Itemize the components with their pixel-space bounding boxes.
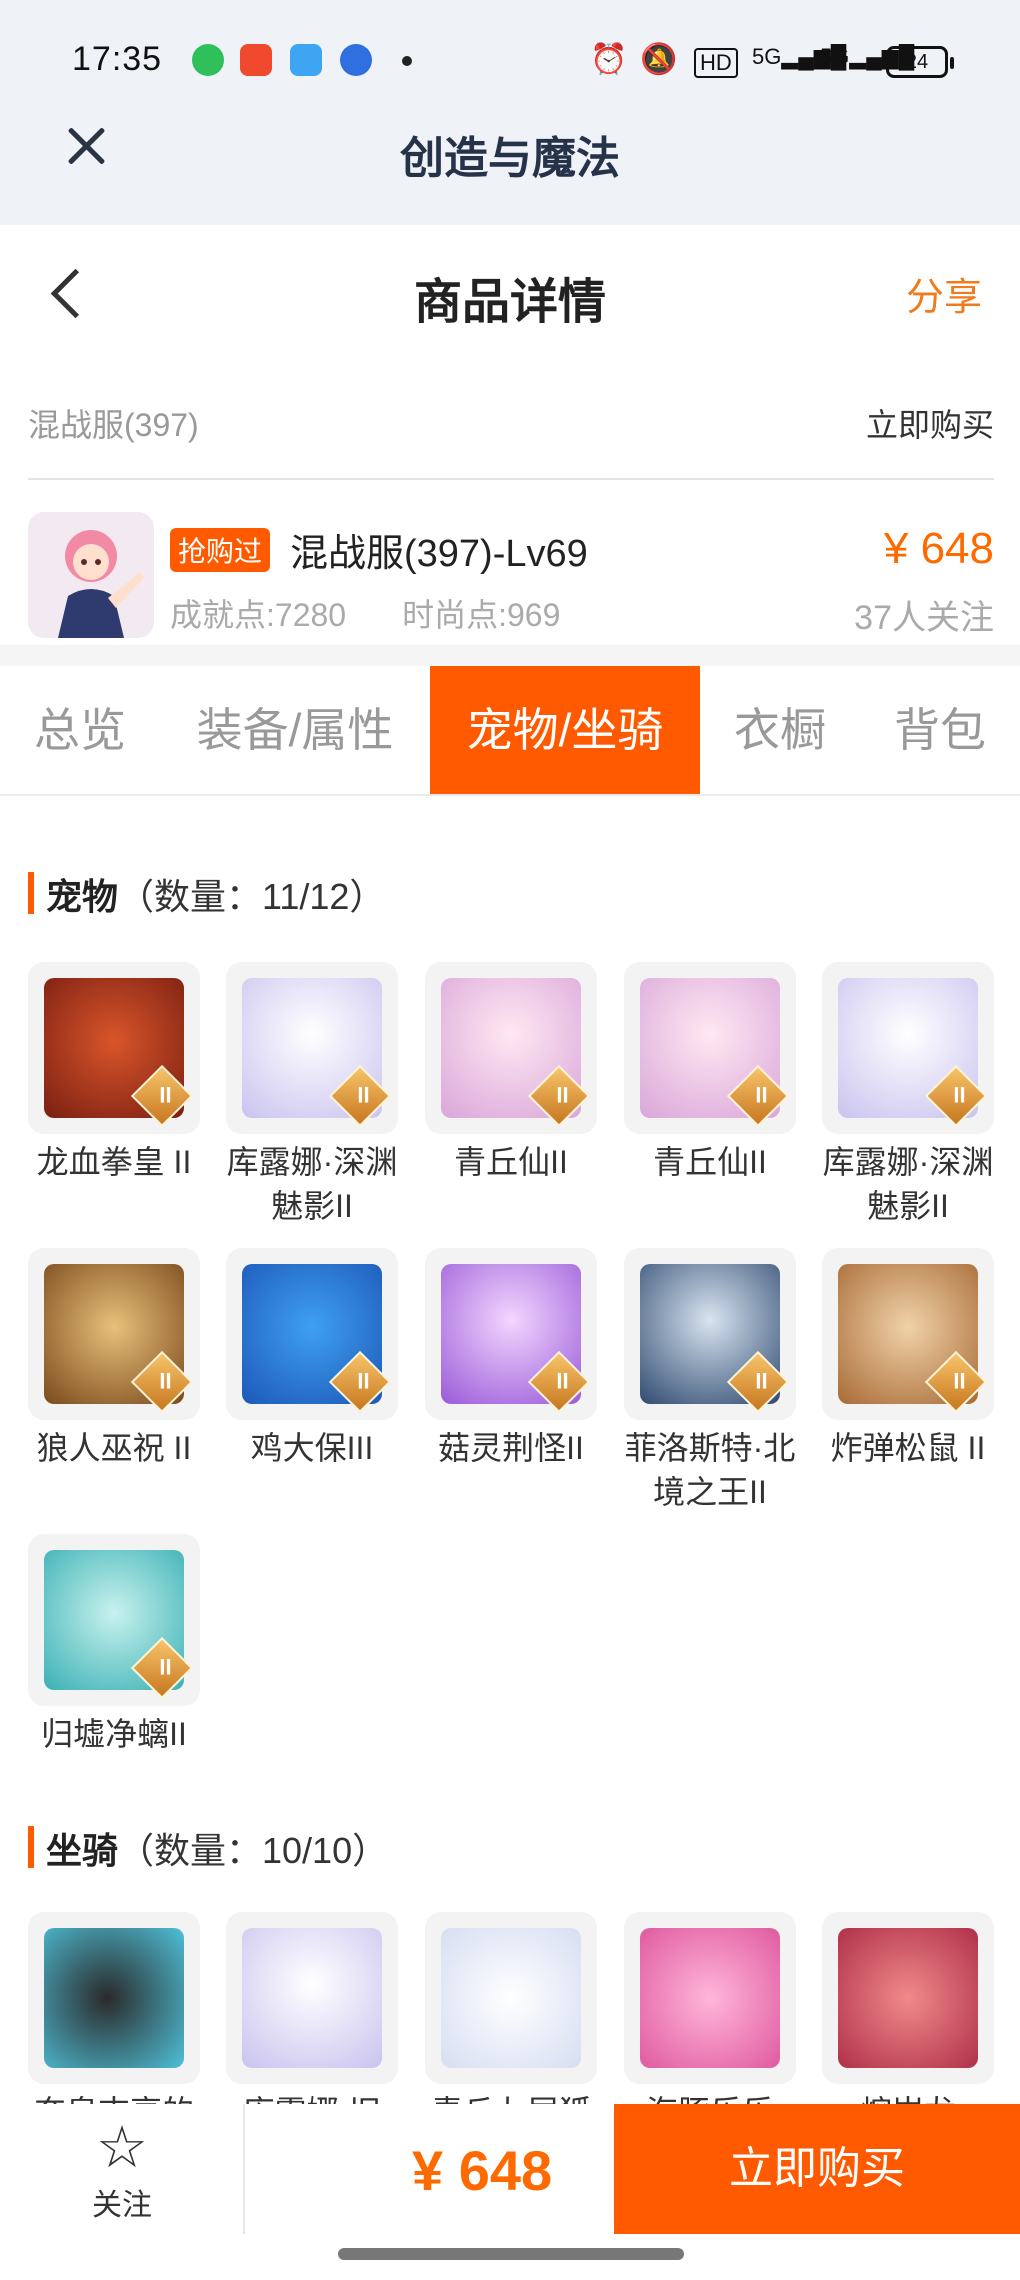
mount-thumbnail [226, 1912, 398, 2084]
fashion-points: 时尚点:969 [402, 597, 561, 633]
hd-icon: HD [694, 48, 738, 78]
product-stats: 成就点:7280 时尚点:969 [170, 590, 616, 636]
mount-thumbnail [425, 1912, 597, 2084]
follower-count: 37人关注 [854, 599, 994, 637]
character-avatar [28, 512, 154, 638]
network-label-1: 5G [752, 44, 782, 69]
pet-card[interactable]: 菲洛斯特·北境之王II [624, 1248, 796, 1514]
mount-card[interactable]: 青丘九尾狐 [425, 1912, 597, 2134]
follow-button[interactable]: ☆ 关注 [62, 2116, 182, 2226]
pet-thumbnail [425, 1248, 597, 1420]
pet-card[interactable]: 鸡大保III [226, 1248, 398, 1470]
flash-sale-badge: 抢购过 [170, 528, 271, 572]
alarm-icon: ⏰ [590, 43, 628, 76]
weather-app-icon [290, 44, 322, 76]
pet-thumbnail [624, 962, 796, 1134]
mount-card[interactable]: 奔泉吉享的 [28, 1912, 200, 2134]
tab-wardrobe[interactable]: 衣橱 [700, 666, 860, 794]
star-icon: ☆ [96, 2115, 148, 2180]
pet-name: 鸡大保III [250, 1430, 374, 1466]
mount-thumbnail [28, 1912, 200, 2084]
pets-title: 宠物 [46, 876, 119, 917]
tab-pets-mounts[interactable]: 宠物/坐骑 [430, 666, 700, 794]
pet-card[interactable]: 库露娜·深渊魅影II [226, 962, 398, 1228]
pet-thumbnail [226, 962, 398, 1134]
tab-bar: 总览 装备/属性 宠物/坐骑 衣橱 背包 [0, 666, 1020, 796]
pet-name: 青丘仙II [454, 1144, 568, 1180]
mount-card[interactable]: 库露娜·旧 [226, 1912, 398, 2134]
pet-card[interactable]: 青丘仙II [624, 962, 796, 1184]
video-app-icon [240, 44, 272, 76]
bottom-divider [243, 2104, 245, 2234]
battery-icon: 24 [886, 46, 954, 78]
pet-name: 库露娜·深渊魅影II [226, 1144, 398, 1224]
mounts-title: 坐骑 [46, 1830, 119, 1871]
buy-now-link[interactable]: 立即购买 [866, 400, 994, 446]
buy-now-button[interactable]: 立即购买 [614, 2104, 1020, 2234]
tab-overview[interactable]: 总览 [0, 666, 160, 794]
mute-icon: 🔕 [640, 43, 678, 76]
tab-equipment[interactable]: 装备/属性 [160, 666, 430, 794]
pet-name: 狼人巫祝 II [36, 1430, 192, 1466]
pet-thumbnail [226, 1248, 398, 1420]
server-name: 混战服(397) [28, 407, 199, 443]
pet-thumbnail [28, 1248, 200, 1420]
mounts-section-title: 坐骑（数量：10/10） [28, 1822, 388, 1874]
page-title: 商品详情 [413, 276, 606, 329]
tab-backpack[interactable]: 背包 [860, 666, 1020, 794]
chat-app-icon [192, 44, 224, 76]
pet-thumbnail [425, 962, 597, 1134]
share-button[interactable]: 分享 [906, 266, 982, 321]
pet-thumbnail [822, 1248, 994, 1420]
pet-name: 龙血拳皇 II [36, 1144, 192, 1180]
network-label-2: 5G [820, 44, 850, 69]
achievement-points: 成就点:7280 [170, 597, 347, 633]
pet-card[interactable]: 炸弹松鼠 II [822, 1248, 994, 1470]
pet-thumbnail [624, 1248, 796, 1420]
product-name: 混战服(397)-Lv69 [290, 533, 588, 575]
mount-card[interactable]: 海豚乐乐 [624, 1912, 796, 2134]
pet-card[interactable]: 菇灵荆怪II [425, 1248, 597, 1470]
pet-card[interactable]: 青丘仙II [425, 962, 597, 1184]
more-notifications-icon [402, 56, 412, 66]
mount-card[interactable]: 熔岩龙 [822, 1912, 994, 2134]
pet-thumbnail [28, 962, 200, 1134]
pet-name: 菇灵荆怪II [438, 1430, 584, 1466]
follow-label: 关注 [92, 2189, 152, 2222]
pet-thumbnail [822, 962, 994, 1134]
pet-name: 库露娜·深渊魅影II [822, 1144, 994, 1224]
pet-name: 菲洛斯特·北境之王II [624, 1430, 796, 1510]
bottom-price: ¥ 648 [412, 2139, 553, 2202]
product-price: ¥ 648 [883, 524, 994, 573]
section-gap [0, 645, 1020, 667]
browser-app-icon [340, 44, 372, 76]
product-summary[interactable]: 抢购过 混战服(397)-Lv69 成就点:7280 时尚点:969 ¥ 648 … [28, 512, 994, 642]
mount-thumbnail [624, 1912, 796, 2084]
pet-name: 青丘仙II [653, 1144, 767, 1180]
home-indicator[interactable] [338, 2248, 684, 2260]
mounts-count: （数量：10/10） [118, 1830, 389, 1871]
pets-count: （数量：11/12） [118, 876, 386, 917]
pets-section-title: 宠物（数量：11/12） [28, 868, 385, 920]
server-row: 混战服(397) 立即购买 [28, 400, 994, 480]
pet-card[interactable]: 归墟净螭II [28, 1534, 200, 1756]
app-title: 创造与魔法 [400, 134, 620, 183]
pet-name: 归墟净螭II [41, 1716, 187, 1752]
pet-thumbnail [28, 1534, 200, 1706]
status-time: 17:35 [72, 40, 163, 78]
pet-card[interactable]: 库露娜·深渊魅影II [822, 962, 994, 1228]
pet-card[interactable]: 龙血拳皇 II [28, 962, 200, 1184]
pet-name: 炸弹松鼠 II [830, 1430, 986, 1466]
status-bar: 17:35 ⏰ 🔕 HD 5G▂▄▆█ 5G▂▄▆█ 24 [0, 0, 1020, 120]
pet-card[interactable]: 狼人巫祝 II [28, 1248, 200, 1470]
mount-thumbnail [822, 1912, 994, 2084]
